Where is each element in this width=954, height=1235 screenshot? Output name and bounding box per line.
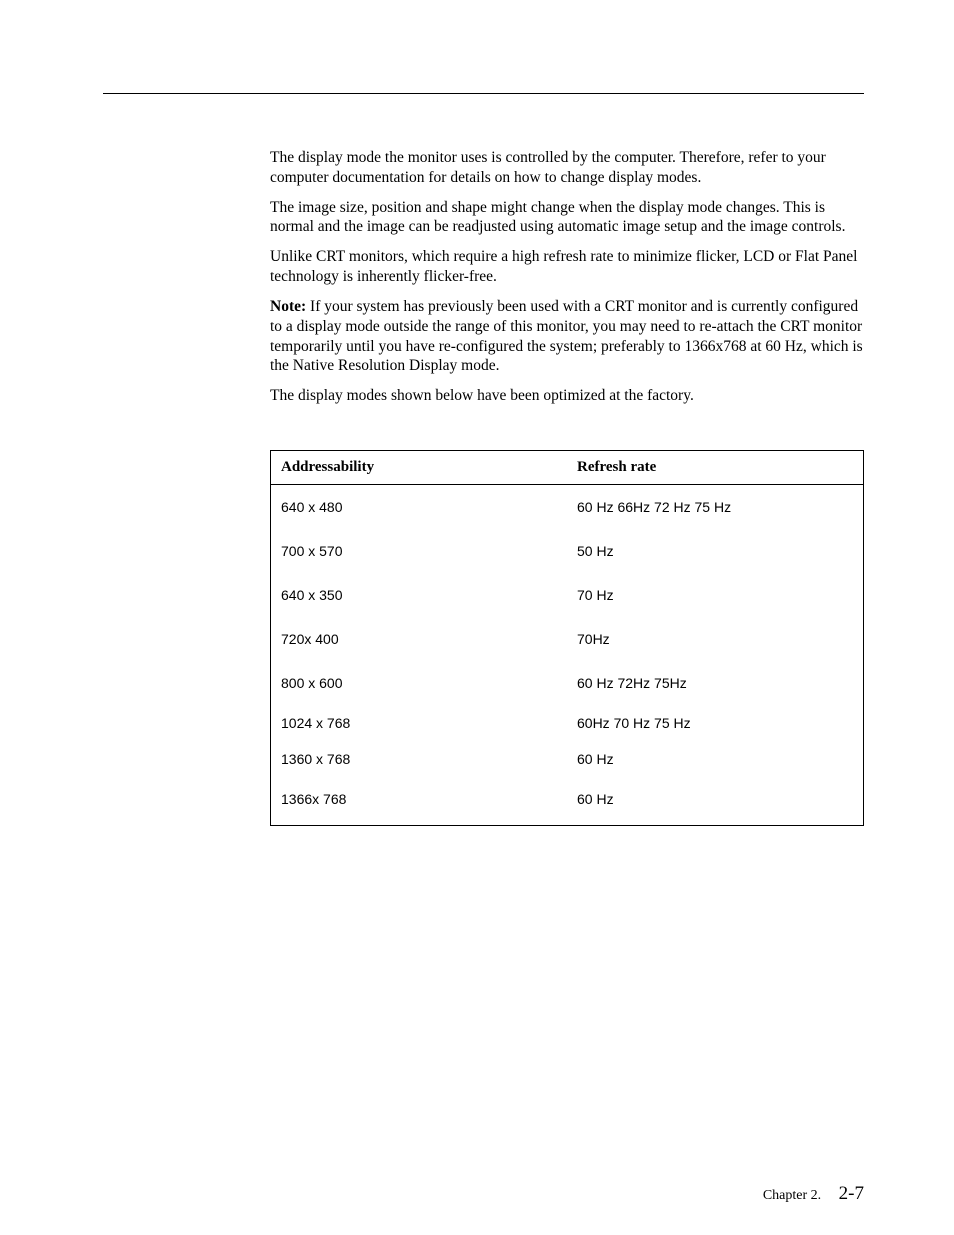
cell-addressability: 1024 x 768 xyxy=(271,705,568,741)
cell-refresh-rate: 60 Hz 72Hz 75Hz xyxy=(567,661,864,705)
table-row: 1024 x 768 60Hz 70 Hz 75 Hz xyxy=(271,705,864,741)
display-modes-table-wrap: Addressability Refresh rate 640 x 480 60… xyxy=(270,450,864,826)
page-footer: Chapter 2. 2-7 xyxy=(763,1183,864,1205)
cell-addressability: 1366x 768 xyxy=(271,777,568,826)
cell-refresh-rate: 60 Hz 66Hz 72 Hz 75 Hz xyxy=(567,485,864,530)
cell-refresh-rate: 60Hz 70 Hz 75 Hz xyxy=(567,705,864,741)
footer-page-number: 2-7 xyxy=(839,1183,864,1204)
table-header-row: Addressability Refresh rate xyxy=(271,451,864,485)
table-row: 640 x 350 70 Hz xyxy=(271,573,864,617)
header-refresh-rate: Refresh rate xyxy=(567,451,864,485)
table-row: 720x 400 70Hz xyxy=(271,617,864,661)
cell-addressability: 720x 400 xyxy=(271,617,568,661)
cell-refresh-rate: 70 Hz xyxy=(567,573,864,617)
table-row: 640 x 480 60 Hz 66Hz 72 Hz 75 Hz xyxy=(271,485,864,530)
cell-addressability: 800 x 600 xyxy=(271,661,568,705)
paragraph-3: Unlike CRT monitors, which require a hig… xyxy=(270,247,864,287)
horizontal-rule xyxy=(103,93,864,94)
table-row: 800 x 600 60 Hz 72Hz 75Hz xyxy=(271,661,864,705)
header-addressability: Addressability xyxy=(271,451,568,485)
display-modes-table: Addressability Refresh rate 640 x 480 60… xyxy=(270,450,864,826)
note-label: Note: xyxy=(270,298,306,315)
footer-chapter: Chapter 2. xyxy=(763,1188,821,1203)
main-content: The display mode the monitor uses is con… xyxy=(270,148,864,826)
cell-addressability: 1360 x 768 xyxy=(271,741,568,777)
cell-refresh-rate: 60 Hz xyxy=(567,777,864,826)
cell-addressability: 700 x 570 xyxy=(271,529,568,573)
cell-addressability: 640 x 350 xyxy=(271,573,568,617)
cell-refresh-rate: 70Hz xyxy=(567,617,864,661)
cell-refresh-rate: 50 Hz xyxy=(567,529,864,573)
paragraph-4: If your system has previously been used … xyxy=(270,298,863,374)
paragraph-2: The image size, position and shape might… xyxy=(270,198,864,238)
paragraph-5: The display modes shown below have been … xyxy=(270,386,864,406)
cell-addressability: 640 x 480 xyxy=(271,485,568,530)
paragraph-1: The display mode the monitor uses is con… xyxy=(270,148,864,188)
paragraph-note: Note: If your system has previously been… xyxy=(270,297,864,376)
table-row: 1360 x 768 60 Hz xyxy=(271,741,864,777)
table-row: 1366x 768 60 Hz xyxy=(271,777,864,826)
table-row: 700 x 570 50 Hz xyxy=(271,529,864,573)
cell-refresh-rate: 60 Hz xyxy=(567,741,864,777)
